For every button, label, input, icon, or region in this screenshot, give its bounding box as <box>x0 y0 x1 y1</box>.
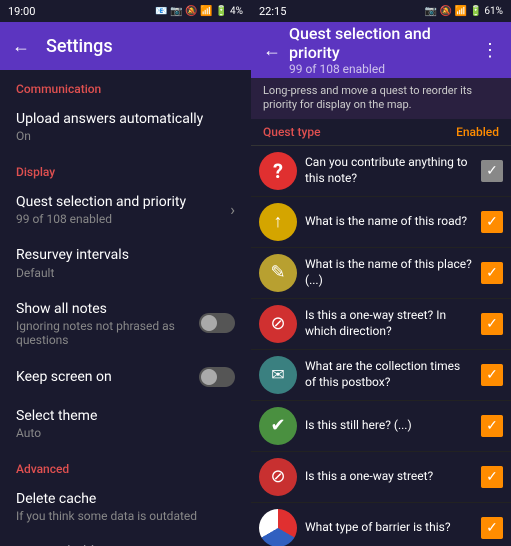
right-time: 22:15 <box>259 5 286 18</box>
setting-restore-quests[interactable]: Restore hidden quests <box>0 533 251 546</box>
quest-text: What are the collection times of this po… <box>305 359 473 390</box>
quest-icon: ✉ <box>259 356 297 394</box>
quest-checkbox[interactable]: ✓ <box>481 313 503 335</box>
quest-item[interactable]: ⊘ Is this a one-way street? ✓ <box>251 452 511 503</box>
quest-text: Is this a one-way street? In which direc… <box>305 308 473 339</box>
setting-quest-selection[interactable]: Quest selection and priority 99 of 108 e… <box>0 183 251 236</box>
enabled-header: Enabled <box>456 125 499 139</box>
quest-checkbox[interactable]: ✓ <box>481 211 503 233</box>
quest-item[interactable]: ✔ Is this still here? (...) ✓ <box>251 401 511 452</box>
left-status-bar: 19:00 📧 📷 🔕 📶 🔋 4% <box>0 0 251 22</box>
left-content: Communication Upload answers automatical… <box>0 70 251 546</box>
quest-item[interactable]: ✎ What is the name of this place? (...) … <box>251 248 511 299</box>
setting-keep-screen[interactable]: Keep screen on <box>0 357 251 397</box>
quest-selection-subtitle: 99 of 108 enabled <box>16 212 230 226</box>
show-notes-subtitle: Ignoring notes not phrased as questions <box>16 319 199 347</box>
quest-text: Is this still here? (...) <box>305 418 473 434</box>
setting-delete-cache[interactable]: Delete cache If you think some data is o… <box>0 480 251 533</box>
left-time: 19:00 <box>8 5 35 18</box>
quest-selection-title: Quest selection and priority <box>16 193 230 211</box>
setting-upload-subtitle: On <box>16 129 235 143</box>
instruction-text: Long-press and move a quest to reorder i… <box>251 78 511 119</box>
delete-cache-title: Delete cache <box>16 490 235 508</box>
right-header-subtitle: 99 of 108 enabled <box>289 62 469 76</box>
show-notes-title: Show all notes <box>16 300 199 318</box>
quest-text: Can you contribute anything to this note… <box>305 155 473 186</box>
quest-icon: ✎ <box>259 254 297 292</box>
quest-item[interactable]: ⊘ What type of barrier is this? ✓ <box>251 503 511 546</box>
right-status-bar: 22:15 📷 🔕 📶 🔋 61% <box>251 0 511 22</box>
left-status-icons: 📧 📷 🔕 📶 🔋 4% <box>155 6 243 17</box>
quest-icon: ↑ <box>259 203 297 241</box>
keep-screen-title: Keep screen on <box>16 368 199 386</box>
quest-text: What type of barrier is this? <box>305 520 473 536</box>
quest-item[interactable]: ? Can you contribute anything to this no… <box>251 146 511 197</box>
quest-icon: ⊘ <box>259 509 297 546</box>
section-communication: Communication <box>0 70 251 100</box>
quest-checkbox[interactable]: ✓ <box>481 160 503 182</box>
chevron-right-icon: › <box>230 200 235 219</box>
quest-checkbox[interactable]: ✓ <box>481 466 503 488</box>
table-header: Quest type Enabled <box>251 119 511 146</box>
right-status-icons: 📷 🔕 📶 🔋 61% <box>425 6 503 17</box>
quest-icon: ⊘ <box>259 305 297 343</box>
keep-screen-toggle[interactable] <box>199 367 235 387</box>
resurvey-subtitle: Default <box>16 266 235 280</box>
right-header: ← Quest selection and priority 99 of 108… <box>251 22 511 78</box>
back-arrow-icon[interactable]: ← <box>12 36 30 57</box>
quest-list: ? Can you contribute anything to this no… <box>251 146 511 546</box>
setting-upload-title: Upload answers automatically <box>16 110 235 128</box>
setting-show-notes[interactable]: Show all notes Ignoring notes not phrase… <box>0 290 251 357</box>
show-notes-toggle[interactable] <box>199 313 235 333</box>
quest-checkbox[interactable]: ✓ <box>481 517 503 539</box>
setting-upload-answers[interactable]: Upload answers automatically On <box>0 100 251 153</box>
quest-text: What is the name of this road? <box>305 214 473 230</box>
quest-item[interactable]: ⊘ Is this a one-way street? In which dir… <box>251 299 511 350</box>
right-panel: 22:15 📷 🔕 📶 🔋 61% ← Quest selection and … <box>251 0 511 546</box>
setting-resurvey[interactable]: Resurvey intervals Default <box>0 236 251 289</box>
quest-icon: ✔ <box>259 407 297 445</box>
section-advanced: Advanced <box>0 450 251 480</box>
delete-cache-subtitle: If you think some data is outdated <box>16 509 235 523</box>
quest-icon: ⊘ <box>259 458 297 496</box>
select-theme-title: Select theme <box>16 407 235 425</box>
left-header: ← Settings <box>0 22 251 70</box>
resurvey-title: Resurvey intervals <box>16 246 235 264</box>
quest-text: What is the name of this place? (...) <box>305 257 473 288</box>
more-options-icon[interactable]: ⋮ <box>477 36 503 65</box>
quest-checkbox[interactable]: ✓ <box>481 364 503 386</box>
quest-icon: ? <box>259 152 297 190</box>
quest-checkbox[interactable]: ✓ <box>481 415 503 437</box>
right-back-arrow-icon[interactable]: ← <box>263 40 281 61</box>
select-theme-subtitle: Auto <box>16 426 235 440</box>
quest-item[interactable]: ✉ What are the collection times of this … <box>251 350 511 401</box>
quest-checkbox[interactable]: ✓ <box>481 262 503 284</box>
section-display: Display <box>0 153 251 183</box>
right-header-title: Quest selection and priority <box>289 24 469 62</box>
left-panel: 19:00 📧 📷 🔕 📶 🔋 4% ← Settings Communicat… <box>0 0 251 546</box>
quest-type-header: Quest type <box>263 125 321 139</box>
page-title: Settings <box>46 36 113 57</box>
quest-item[interactable]: ↑ What is the name of this road? ✓ <box>251 197 511 248</box>
quest-text: Is this a one-way street? <box>305 469 473 485</box>
setting-select-theme[interactable]: Select theme Auto <box>0 397 251 450</box>
